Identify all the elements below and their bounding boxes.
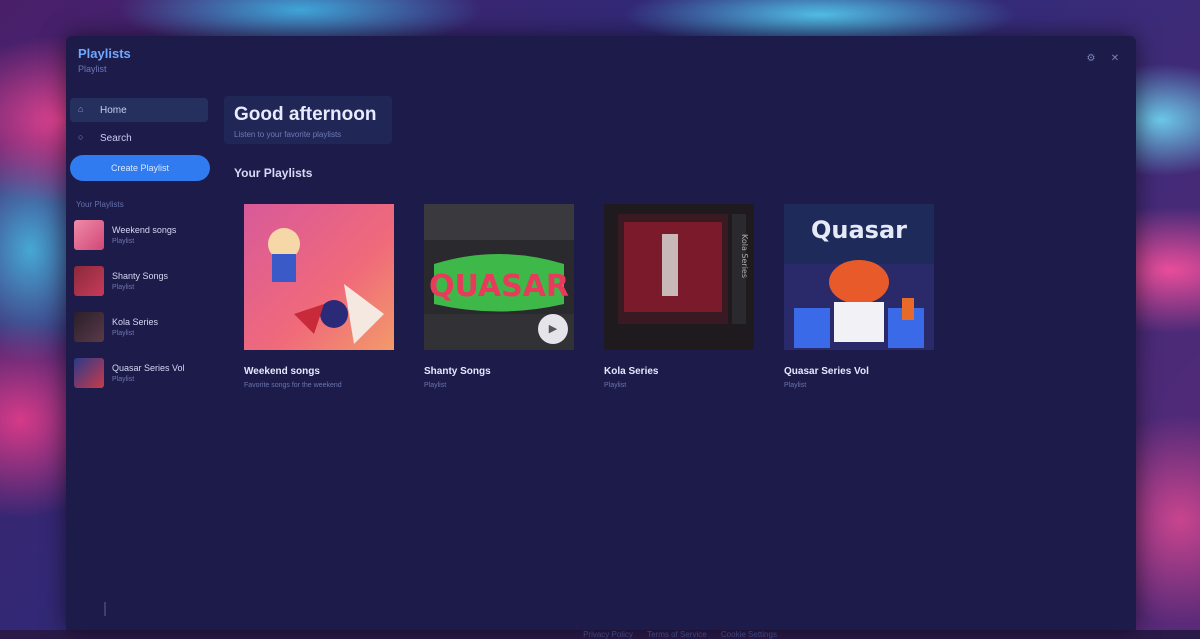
sidebar-playlist-item[interactable]: Kola Series Playlist xyxy=(74,312,214,344)
home-icon: ⌂ xyxy=(78,104,84,114)
card-subtitle: Favorite songs for the weekend xyxy=(244,382,342,389)
sidebar-playlist-item[interactable]: Shanty Songs Playlist xyxy=(74,266,214,298)
cover-art xyxy=(244,204,394,350)
nav-item-search[interactable]: ○ Search xyxy=(70,126,208,150)
app-subtitle: Playlist xyxy=(78,64,107,74)
playlist-meta: Playlist xyxy=(112,284,135,291)
sidebar-playlist-item[interactable]: Quasar Series Vol Playlist xyxy=(74,358,214,390)
section-title: Your Playlists xyxy=(234,166,313,180)
app-window: Playlists Playlist ⚙ ✕ ⌂ Home ○ Search C… xyxy=(66,36,1136,639)
playlist-cover: Quasar xyxy=(784,204,934,350)
playlist-name: Quasar Series Vol xyxy=(112,363,185,373)
playlist-name: Weekend songs xyxy=(112,225,177,235)
settings-icon[interactable]: ⚙ xyxy=(1086,54,1096,64)
playlist-thumbnail xyxy=(74,358,104,388)
card-subtitle: Playlist xyxy=(424,382,447,389)
playlist-thumbnail xyxy=(74,312,104,342)
app-title: Playlists xyxy=(78,46,131,61)
sidebar-playlist-item[interactable]: Weekend songs Playlist xyxy=(74,220,214,252)
playlist-cover xyxy=(244,204,394,350)
nav-item-label: Search xyxy=(100,133,132,144)
card-title: Kola Series xyxy=(604,366,659,377)
nav-item-home[interactable]: ⌂ Home xyxy=(70,98,208,122)
playlist-meta: Playlist xyxy=(112,376,135,383)
playlist-name: Kola Series xyxy=(112,317,159,327)
sidebar-section-label: Your Playlists xyxy=(76,200,124,209)
card-title: Shanty Songs xyxy=(424,366,491,377)
main-content: Good afternoon Listen to your favorite p… xyxy=(224,96,1136,639)
footer-link[interactable]: Cookie Settings xyxy=(721,630,777,639)
footer-links: Privacy Policy Terms of Service Cookie S… xyxy=(224,630,1136,639)
cover-art-text: QUASAR xyxy=(429,269,569,304)
footer-link[interactable]: Terms of Service xyxy=(647,630,707,639)
search-icon: ○ xyxy=(78,132,84,142)
greeting-banner: Good afternoon Listen to your favorite p… xyxy=(224,96,392,144)
cover-art-text: Quasar xyxy=(811,216,907,244)
resize-handle[interactable] xyxy=(104,602,106,616)
play-button[interactable]: ▶ xyxy=(538,314,568,344)
card-title: Weekend songs xyxy=(244,366,320,377)
card-subtitle: Playlist xyxy=(784,382,807,389)
footer-link[interactable]: Privacy Policy xyxy=(583,630,633,639)
titlebar: Playlists Playlist ⚙ ✕ xyxy=(66,36,1136,96)
playlist-cover: QUASAR ▶ xyxy=(424,204,574,350)
greeting-title: Good afternoon xyxy=(234,104,377,125)
close-icon[interactable]: ✕ xyxy=(1110,54,1120,64)
playlist-thumbnail xyxy=(74,266,104,296)
playlist-meta: Playlist xyxy=(112,238,135,245)
sidebar: ⌂ Home ○ Search Create Playlist Your Pla… xyxy=(66,96,218,630)
card-subtitle: Playlist xyxy=(604,382,627,389)
playlist-meta: Playlist xyxy=(112,330,135,337)
card-title: Quasar Series Vol xyxy=(784,366,869,377)
cover-art: Kola Series xyxy=(604,204,754,350)
greeting-subtitle: Listen to your favorite playlists xyxy=(234,130,342,139)
cover-art: Quasar xyxy=(784,204,934,350)
playlist-name: Shanty Songs xyxy=(112,271,169,281)
cover-art-text: Kola Series xyxy=(740,234,749,278)
nav-item-label: Home xyxy=(100,105,127,116)
playlist-cover: Kola Series xyxy=(604,204,754,350)
playlist-thumbnail xyxy=(74,220,104,250)
create-playlist-button[interactable]: Create Playlist xyxy=(70,155,210,181)
